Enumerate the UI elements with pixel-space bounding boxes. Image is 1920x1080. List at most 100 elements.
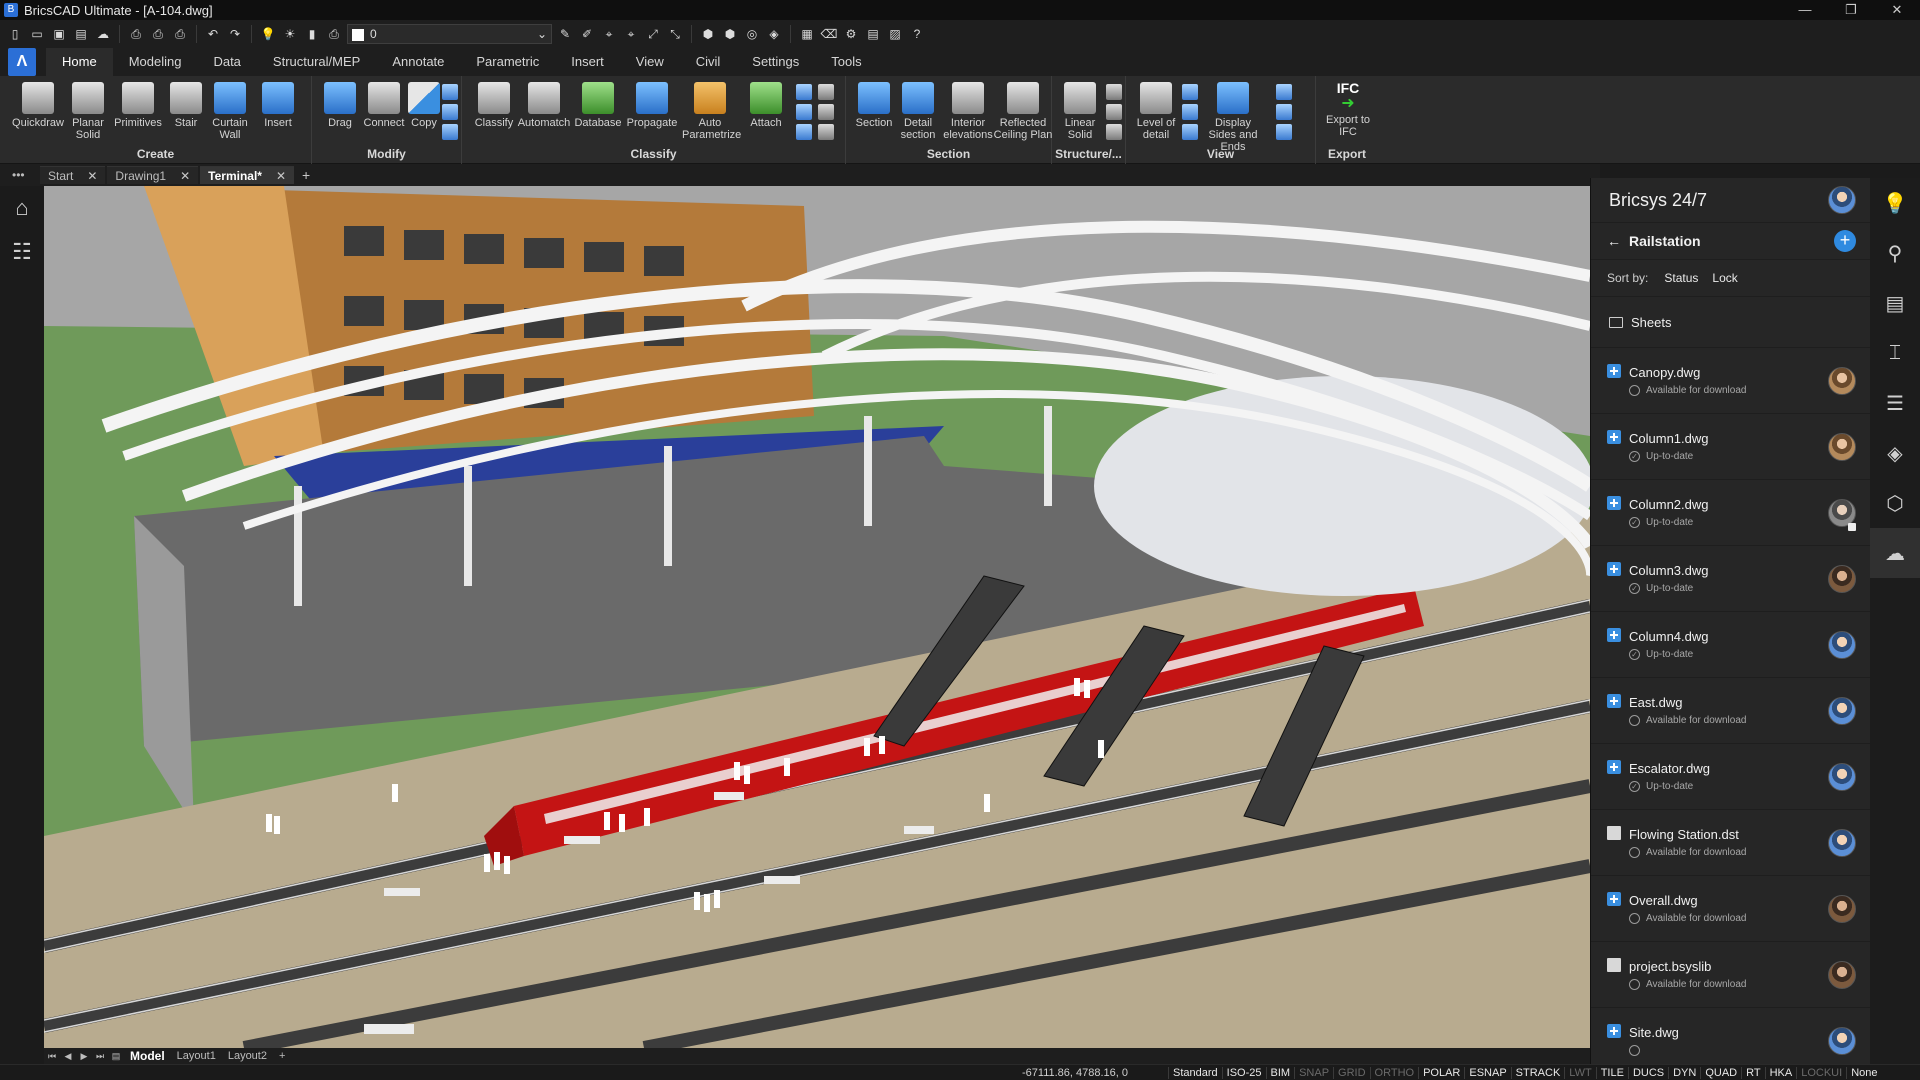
file-row[interactable]: Site.dwg	[1591, 1008, 1870, 1064]
panel-grip-icon[interactable]: •••	[1741, 178, 1754, 180]
table-icon[interactable]: ▤	[864, 25, 882, 43]
prev-layout-icon[interactable]: ◀	[60, 1051, 76, 1062]
tab-civil[interactable]: Civil	[680, 48, 737, 76]
status-toggle-none[interactable]: None	[1846, 1066, 1881, 1079]
orbit-icon[interactable]: ◎	[743, 25, 761, 43]
export-ifc-button[interactable]: IFC ➜ Export to IFC	[1320, 81, 1376, 138]
tab-view[interactable]: View	[620, 48, 680, 76]
insert-button[interactable]: Insert	[250, 82, 306, 129]
bim-list-icon[interactable]	[796, 104, 812, 120]
eraser-icon[interactable]: ⌫	[820, 25, 838, 43]
grid-icon[interactable]	[818, 84, 834, 100]
components-icon[interactable]: ⬡	[1870, 478, 1920, 528]
file-owner-avatar[interactable]	[1828, 960, 1856, 989]
doc-tab-terminal[interactable]: Terminal* ✕	[200, 166, 295, 184]
bim-tag-icon[interactable]	[796, 84, 812, 100]
status-toggle-polar[interactable]: POLAR	[1418, 1066, 1464, 1079]
layout-tab-layout1[interactable]: Layout1	[171, 1050, 222, 1062]
file-row[interactable]: Flowing Station.dst Available for downloa…	[1591, 810, 1870, 876]
cycle-icon[interactable]	[1276, 124, 1292, 140]
file-row[interactable]: Column3.dwg ✓ Up-to-date	[1591, 546, 1870, 612]
folder-back-button[interactable]: ← Railstation	[1607, 233, 1701, 249]
close-button[interactable]: ✕	[1874, 0, 1920, 20]
model-viewport[interactable]	[44, 186, 1590, 1048]
tab-tools[interactable]: Tools	[815, 48, 877, 76]
redo-icon[interactable]: ↷	[226, 25, 244, 43]
next-layout-icon[interactable]: ▶	[76, 1051, 92, 1062]
bim-cube-icon[interactable]	[796, 124, 812, 140]
status-toggle-grid[interactable]: GRID	[1333, 1066, 1370, 1079]
library-icon[interactable]: ▤	[1870, 278, 1920, 328]
layer-on-icon[interactable]: 💡	[259, 25, 277, 43]
restore-button[interactable]: ❐	[1828, 0, 1874, 20]
properties-icon[interactable]: ▦	[798, 25, 816, 43]
profile-icon[interactable]	[1106, 84, 1122, 100]
file-owner-avatar[interactable]	[1828, 1026, 1856, 1055]
snap-to-icon[interactable]: ⌖	[622, 25, 640, 43]
file-row[interactable]: East.dwg Available for download	[1591, 678, 1870, 744]
file-row[interactable]: Column1.dwg ✓ Up-to-date	[1591, 414, 1870, 480]
move-icon[interactable]	[442, 84, 458, 100]
layout-list-icon[interactable]: ▤	[108, 1051, 124, 1062]
home-icon[interactable]: ⌂	[0, 186, 44, 230]
user-avatar[interactable]	[1828, 186, 1856, 214]
sheets-folder[interactable]: Sheets	[1591, 296, 1870, 348]
file-owner-avatar[interactable]	[1828, 432, 1856, 461]
match-properties-icon[interactable]: ✎	[556, 25, 574, 43]
print-preview-icon[interactable]: ⎙	[149, 25, 167, 43]
cloud-icon[interactable]: ☁	[1870, 528, 1920, 578]
doc-tab-drawing1[interactable]: Drawing1 ✕	[107, 166, 199, 184]
detail-section-button[interactable]: Detail section	[890, 82, 946, 141]
close-icon[interactable]: ✕	[180, 169, 190, 183]
structure-tree-icon[interactable]: ☷	[0, 230, 44, 274]
propagate-button[interactable]: Propagate	[624, 82, 680, 129]
last-layout-icon[interactable]: ⏭	[92, 1051, 108, 1062]
cube-icon[interactable]	[1276, 84, 1292, 100]
tab-modeling[interactable]: Modeling	[113, 48, 198, 76]
tab-parametric[interactable]: Parametric	[460, 48, 555, 76]
cloud-save-icon[interactable]: ☁	[94, 25, 112, 43]
layout-tab-model[interactable]: Model	[124, 1049, 171, 1063]
file-owner-avatar[interactable]	[1828, 828, 1856, 857]
globe-icon[interactable]	[818, 104, 834, 120]
linear-solid-button[interactable]: Linear Solid	[1052, 82, 1108, 141]
database-button[interactable]: Database	[570, 82, 626, 129]
help-icon[interactable]: ?	[908, 25, 926, 43]
file-row[interactable]: project.bsyslib Available for download	[1591, 942, 1870, 1008]
tab-annotate[interactable]: Annotate	[376, 48, 460, 76]
quickdraw-button[interactable]: Quickdraw	[10, 82, 66, 129]
layer-dropdown[interactable]: 0 ⌄	[347, 24, 552, 44]
view-layout-icon[interactable]	[1182, 104, 1198, 120]
shade-icon[interactable]: ⬢	[721, 25, 739, 43]
dimension-icon[interactable]: ⌶	[1870, 328, 1920, 378]
layer-lock-icon[interactable]: ▮	[303, 25, 321, 43]
tab-settings[interactable]: Settings	[736, 48, 815, 76]
file-row[interactable]: Canopy.dwg Available for download	[1591, 348, 1870, 414]
zoom-extents-icon[interactable]: ⤢	[644, 25, 662, 43]
file-owner-avatar[interactable]	[1828, 366, 1856, 395]
status-toggle-esnap[interactable]: ESNAP	[1464, 1066, 1510, 1079]
rotate-icon[interactable]	[442, 104, 458, 120]
status-toggle-hka[interactable]: HKA	[1764, 1066, 1797, 1079]
save-as-icon[interactable]: ▤	[72, 25, 90, 43]
close-icon[interactable]: ✕	[276, 169, 286, 183]
more-options-icon[interactable]: •••	[0, 168, 40, 182]
file-owner-avatar[interactable]	[1828, 894, 1856, 923]
view-grid-icon[interactable]	[1182, 84, 1198, 100]
status-toggle-strack[interactable]: STRACK	[1510, 1066, 1565, 1079]
classify-button[interactable]: Classify	[466, 82, 522, 129]
pencil-icon[interactable]: ✐	[578, 25, 596, 43]
snap-from-icon[interactable]: ⌖	[600, 25, 618, 43]
status-toggle-dyn[interactable]: DYN	[1668, 1066, 1700, 1079]
layout-tab-layout2[interactable]: Layout2	[222, 1050, 273, 1062]
cube-split-icon[interactable]	[1276, 104, 1292, 120]
lightbulb-icon[interactable]: 💡	[1870, 178, 1920, 228]
status-toggle-bim[interactable]: BIM	[1265, 1066, 1295, 1079]
status-toggle-ortho[interactable]: ORTHO	[1369, 1066, 1419, 1079]
tab-structural-mep[interactable]: Structural/MEP	[257, 48, 376, 76]
status-toggle-quad[interactable]: QUAD	[1700, 1066, 1741, 1079]
sort-by-status[interactable]: Status	[1664, 271, 1698, 285]
file-row[interactable]: Column2.dwg ✓ Up-to-date	[1591, 480, 1870, 546]
status-toggle-lwt[interactable]: LWT	[1564, 1066, 1595, 1079]
status-toggle-lockui[interactable]: LOCKUI	[1796, 1066, 1846, 1079]
